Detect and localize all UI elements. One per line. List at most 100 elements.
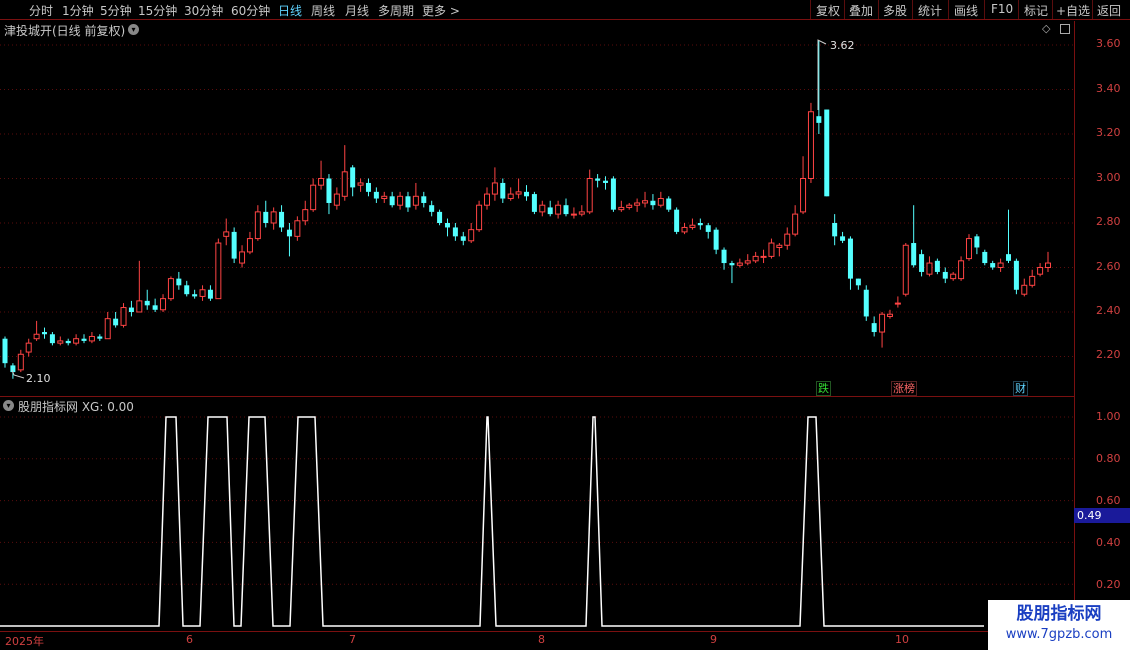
candle-body: [847, 238, 853, 279]
candle-body: [397, 195, 404, 206]
candlestick: [586, 169, 593, 215]
candle-body: [167, 278, 174, 300]
candle-body: [784, 233, 791, 246]
candlestick: [254, 205, 261, 241]
candlestick: [752, 251, 759, 264]
candle-body: [1013, 260, 1019, 290]
candle-body: [88, 335, 95, 342]
candle-body: [350, 167, 356, 188]
price-tick-label: 2.80: [1096, 215, 1121, 228]
indicator-tick-label: 0.20: [1096, 578, 1121, 591]
watermark-url: www.7gpzb.com: [1005, 627, 1113, 642]
candle-body: [524, 191, 529, 197]
candle-body: [33, 333, 40, 340]
candle-body: [950, 273, 957, 280]
event-marker-finance[interactable]: 财: [1013, 381, 1028, 396]
candlestick: [982, 249, 988, 266]
candlestick: [681, 223, 688, 235]
event-marker-limit-up[interactable]: 涨榜: [891, 381, 917, 396]
kline-chart-canvas[interactable]: 3.62 2.10: [0, 0, 1074, 631]
candlestick: [840, 231, 846, 244]
candlestick: [531, 191, 537, 215]
candlestick: [934, 258, 940, 275]
candle-body: [57, 340, 64, 344]
candle-body: [610, 178, 616, 210]
candlestick: [113, 312, 119, 328]
candle-body: [997, 262, 1004, 268]
candlestick: [429, 200, 435, 217]
candlestick: [412, 182, 419, 210]
candlestick: [595, 174, 601, 188]
candlestick: [1005, 209, 1011, 264]
candlestick: [65, 338, 71, 346]
candle-body: [871, 323, 877, 333]
candle-body: [990, 263, 996, 268]
candle-body: [657, 198, 664, 206]
candle-body: [207, 289, 213, 299]
candlestick: [871, 316, 877, 337]
candle-body: [721, 249, 727, 264]
candle-body: [49, 334, 55, 344]
candlestick: [705, 223, 711, 239]
candle-body: [483, 193, 490, 206]
candlestick: [326, 174, 332, 215]
candle-body: [816, 116, 822, 123]
candlestick: [246, 231, 253, 255]
candlestick: [776, 243, 783, 257]
candlestick: [800, 156, 807, 215]
high-price-label: 3.62: [830, 39, 855, 52]
candle-body: [736, 262, 743, 266]
candle-body: [429, 205, 435, 212]
candlestick: [231, 227, 237, 264]
candlestick: [17, 349, 24, 373]
candlestick: [207, 285, 213, 301]
candlestick: [136, 260, 143, 313]
candlestick: [824, 109, 830, 197]
candlestick: [886, 309, 893, 319]
candle-body: [563, 205, 569, 215]
candle-body: [570, 213, 577, 216]
candle-body: [65, 340, 71, 344]
candlestick: [657, 191, 664, 208]
candlestick: [389, 191, 395, 208]
candle-body: [800, 178, 807, 213]
candle-body: [760, 255, 767, 258]
toolbar-divider: [1092, 0, 1093, 19]
candlestick: [318, 160, 325, 190]
candlestick: [310, 178, 317, 212]
candle-body: [974, 236, 980, 248]
candle-body: [626, 204, 633, 208]
high-low-markers: 3.62 2.10: [11, 39, 855, 385]
candle-body: [578, 211, 585, 215]
candle-body: [263, 211, 269, 223]
candle-body: [120, 307, 127, 326]
candle-body: [286, 229, 292, 237]
candle-body: [832, 223, 838, 237]
event-marker-drop[interactable]: 跌: [816, 381, 831, 396]
candle-body: [539, 204, 546, 213]
candlestick: [1045, 251, 1051, 272]
candle-body: [697, 223, 703, 226]
candlestick: [2, 336, 8, 368]
candlestick: [958, 256, 965, 281]
back-button[interactable]: 返回: [1097, 2, 1121, 19]
candlestick: [357, 178, 364, 192]
candlestick: [73, 334, 80, 346]
time-axis-label: 7: [349, 633, 356, 646]
candle-body: [113, 318, 119, 326]
candlestick: [33, 320, 40, 341]
candlestick: [128, 300, 134, 317]
candlestick: [350, 165, 356, 197]
indicator-tick-label: 1.00: [1096, 410, 1121, 423]
candle-body: [1029, 275, 1036, 286]
time-axis-label: 9: [710, 633, 717, 646]
candle-body: [365, 182, 371, 192]
candlestick: [650, 194, 656, 210]
candle-body: [405, 196, 411, 208]
candlestick: [199, 285, 206, 301]
candlestick: [88, 332, 95, 344]
candlestick: [215, 238, 222, 300]
candle-body: [515, 191, 522, 195]
candlestick: [974, 234, 980, 255]
candlestick: [460, 231, 466, 246]
